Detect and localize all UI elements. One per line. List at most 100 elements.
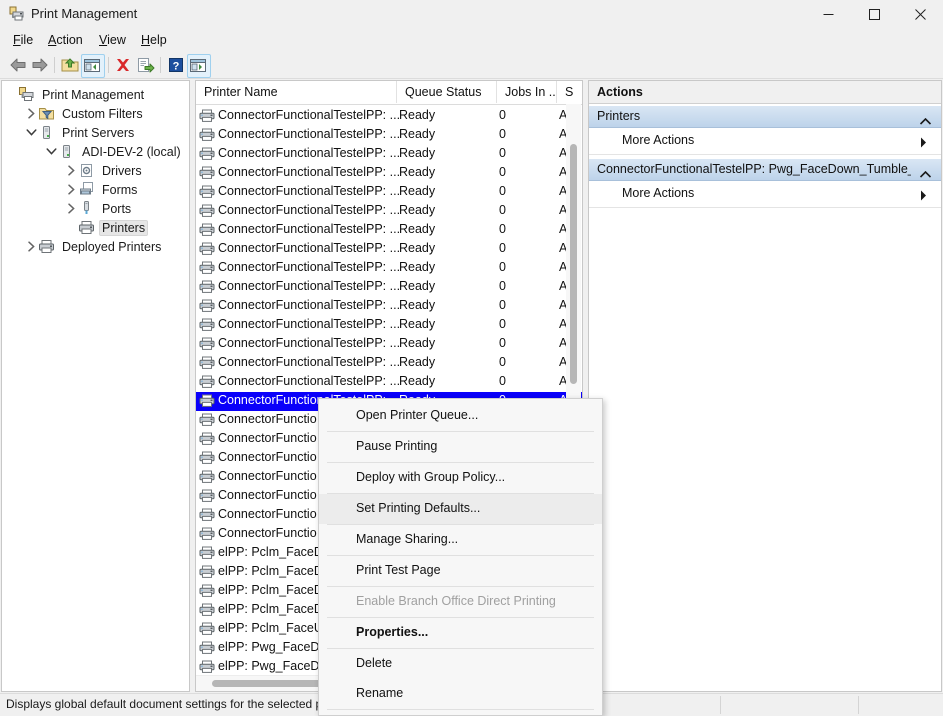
actions-item-more-actions-printers[interactable]: More Actions	[589, 128, 941, 155]
context-menu-item-manage-sharing[interactable]: Manage Sharing...	[319, 525, 602, 555]
list-printer-icon	[199, 565, 215, 580]
menu-action[interactable]: Action	[41, 31, 90, 49]
cell-jobs-in-queue: 0	[499, 203, 506, 217]
chevron-down-icon[interactable]	[44, 142, 58, 161]
cell-jobs-in-queue: 0	[499, 355, 506, 369]
actions-item-more-actions-selected-printer[interactable]: More Actions	[589, 181, 941, 208]
column-header-queue-status[interactable]: Queue Status	[397, 81, 497, 103]
cell-printer-name: ConnectorFunctio	[218, 507, 317, 521]
context-menu-item-pause-printing[interactable]: Pause Printing	[319, 432, 602, 462]
table-row[interactable]: ConnectorFunctionalTestelPP: ...Ready0A	[196, 221, 582, 240]
actions-section-printers[interactable]: Printers	[589, 105, 941, 128]
menu-file[interactable]: File	[6, 31, 40, 49]
column-header-printer-name[interactable]: Printer Name	[196, 81, 397, 103]
actions-section-printers-label: Printers	[597, 109, 911, 123]
toolbar-separator-2	[108, 57, 109, 73]
cell-jobs-in-queue: 0	[499, 317, 506, 331]
tree-item-printers[interactable]: Printers	[64, 218, 148, 237]
forward-icon[interactable]	[30, 55, 50, 75]
table-row[interactable]: ConnectorFunctionalTestelPP: ...Ready0A	[196, 145, 582, 164]
chevron-right-icon-2[interactable]	[920, 190, 927, 204]
delete-icon[interactable]	[113, 55, 133, 75]
table-row[interactable]: ConnectorFunctionalTestelPP: ...Ready0A	[196, 335, 582, 354]
cell-queue-status: Ready	[399, 336, 435, 350]
tree-item-custom-filters[interactable]: Custom Filters	[24, 104, 146, 123]
table-row[interactable]: ConnectorFunctionalTestelPP: ...Ready0A	[196, 278, 582, 297]
context-menu-item-properties[interactable]: Properties...	[319, 618, 602, 648]
cell-queue-status: Ready	[399, 127, 435, 141]
chevron-up-icon[interactable]	[920, 114, 931, 128]
help-icon[interactable]: ?	[166, 55, 186, 75]
list-printer-icon	[199, 451, 215, 466]
table-row[interactable]: ConnectorFunctionalTestelPP: ...Ready0A	[196, 354, 582, 373]
cell-printer-name: ConnectorFunctionalTestelPP: ...	[218, 108, 400, 122]
chevron-right-icon[interactable]	[64, 161, 78, 180]
table-row[interactable]: ConnectorFunctionalTestelPP: ...Ready0A	[196, 164, 582, 183]
actions-item-label: More Actions	[622, 133, 694, 147]
chevron-right-icon[interactable]	[920, 137, 927, 151]
back-icon[interactable]	[8, 55, 28, 75]
close-button[interactable]	[897, 0, 943, 28]
chevron-right-icon[interactable]	[24, 237, 38, 256]
table-row[interactable]: ConnectorFunctionalTestelPP: ...Ready0A	[196, 316, 582, 335]
table-row[interactable]: ConnectorFunctionalTestelPP: ...Ready0A	[196, 126, 582, 145]
tree-item-print-management[interactable]: Print Management	[4, 85, 147, 104]
chevron-down-icon[interactable]	[24, 123, 38, 142]
chevron-right-icon[interactable]	[64, 199, 78, 218]
tree-item-deployed-printers[interactable]: Deployed Printers	[24, 237, 164, 256]
chevron-right-icon[interactable]	[64, 180, 78, 199]
tree-item-adi-dev-2-local[interactable]: ADI-DEV-2 (local)	[44, 142, 184, 161]
actions-pane-title: Actions	[589, 81, 941, 104]
table-row[interactable]: ConnectorFunctionalTestelPP: ...Ready0A	[196, 107, 582, 126]
status-bar-text: Displays global default document setting…	[6, 697, 322, 711]
list-vertical-scrollbar-thumb[interactable]	[570, 144, 577, 384]
cell-jobs-in-queue: 0	[499, 336, 506, 350]
context-menu-item-delete[interactable]: Delete	[319, 649, 602, 679]
table-row[interactable]: ConnectorFunctionalTestelPP: ...Ready0A	[196, 297, 582, 316]
context-menu-item-deploy-with-group-policy[interactable]: Deploy with Group Policy...	[319, 463, 602, 493]
cell-printer-name: ConnectorFunctio	[218, 450, 317, 464]
cell-printer-name: elPP: Pclm_FaceUp	[218, 621, 330, 635]
menu-help[interactable]: Help	[134, 31, 174, 49]
table-row[interactable]: ConnectorFunctionalTestelPP: ...Ready0A	[196, 259, 582, 278]
cell-printer-name: ConnectorFunctionalTestelPP: ...	[218, 241, 400, 255]
chevron-up-icon-2[interactable]	[920, 167, 931, 181]
context-menu-item-open-printer-queue[interactable]: Open Printer Queue...	[319, 401, 602, 431]
actions-section-selected-printer[interactable]: ConnectorFunctionalTestelPP: Pwg_FaceDow…	[589, 158, 941, 181]
tree-spacer	[4, 85, 18, 104]
cell-queue-status: Ready	[399, 317, 435, 331]
svg-text:?: ?	[173, 61, 180, 73]
cell-queue-status: Ready	[399, 260, 435, 274]
cell-queue-status: Ready	[399, 146, 435, 160]
tree-item-ports[interactable]: Ports	[64, 199, 134, 218]
context-menu-item-rename[interactable]: Rename	[319, 679, 602, 709]
up-folder-icon[interactable]	[60, 55, 80, 75]
show-hide-action-pane-icon[interactable]	[188, 55, 208, 75]
show-hide-console-tree-icon[interactable]	[82, 55, 102, 75]
list-printer-icon	[199, 128, 215, 143]
maximize-button[interactable]	[851, 0, 897, 28]
printer-context-menu[interactable]: Open Printer Queue...Pause PrintingDeplo…	[318, 398, 603, 716]
table-row[interactable]: ConnectorFunctionalTestelPP: ...Ready0A	[196, 202, 582, 221]
list-printer-icon	[199, 394, 215, 409]
context-menu-item-help[interactable]: Help	[319, 710, 602, 716]
cell-printer-name: ConnectorFunctionalTestelPP: ...	[218, 165, 400, 179]
menu-view[interactable]: View	[92, 31, 133, 49]
chevron-right-icon[interactable]	[24, 104, 38, 123]
minimize-button[interactable]	[805, 0, 851, 28]
column-header-server-name[interactable]: S	[557, 81, 583, 103]
context-menu-item-print-test-page[interactable]: Print Test Page	[319, 556, 602, 586]
cell-jobs-in-queue: 0	[499, 279, 506, 293]
table-row[interactable]: ConnectorFunctionalTestelPP: ...Ready0A	[196, 240, 582, 259]
tree-item-print-servers[interactable]: Print Servers	[24, 123, 137, 142]
tree-item-forms[interactable]: Forms	[64, 180, 140, 199]
table-row[interactable]: ConnectorFunctionalTestelPP: ...Ready0A	[196, 183, 582, 202]
export-list-icon[interactable]	[135, 55, 155, 75]
context-menu-item-set-printing-defaults[interactable]: Set Printing Defaults...	[319, 494, 602, 524]
table-row[interactable]: ConnectorFunctionalTestelPP: ...Ready0A	[196, 373, 582, 392]
context-menu-item-enable-branch-office-direct-printing: Enable Branch Office Direct Printing	[319, 587, 602, 617]
console-tree-pane[interactable]: Print ManagementCustom FiltersPrint Serv…	[1, 80, 190, 692]
tree-item-drivers[interactable]: Drivers	[64, 161, 145, 180]
cell-queue-status: Ready	[399, 203, 435, 217]
column-header-jobs-in-queue[interactable]: Jobs In ...	[497, 81, 557, 103]
